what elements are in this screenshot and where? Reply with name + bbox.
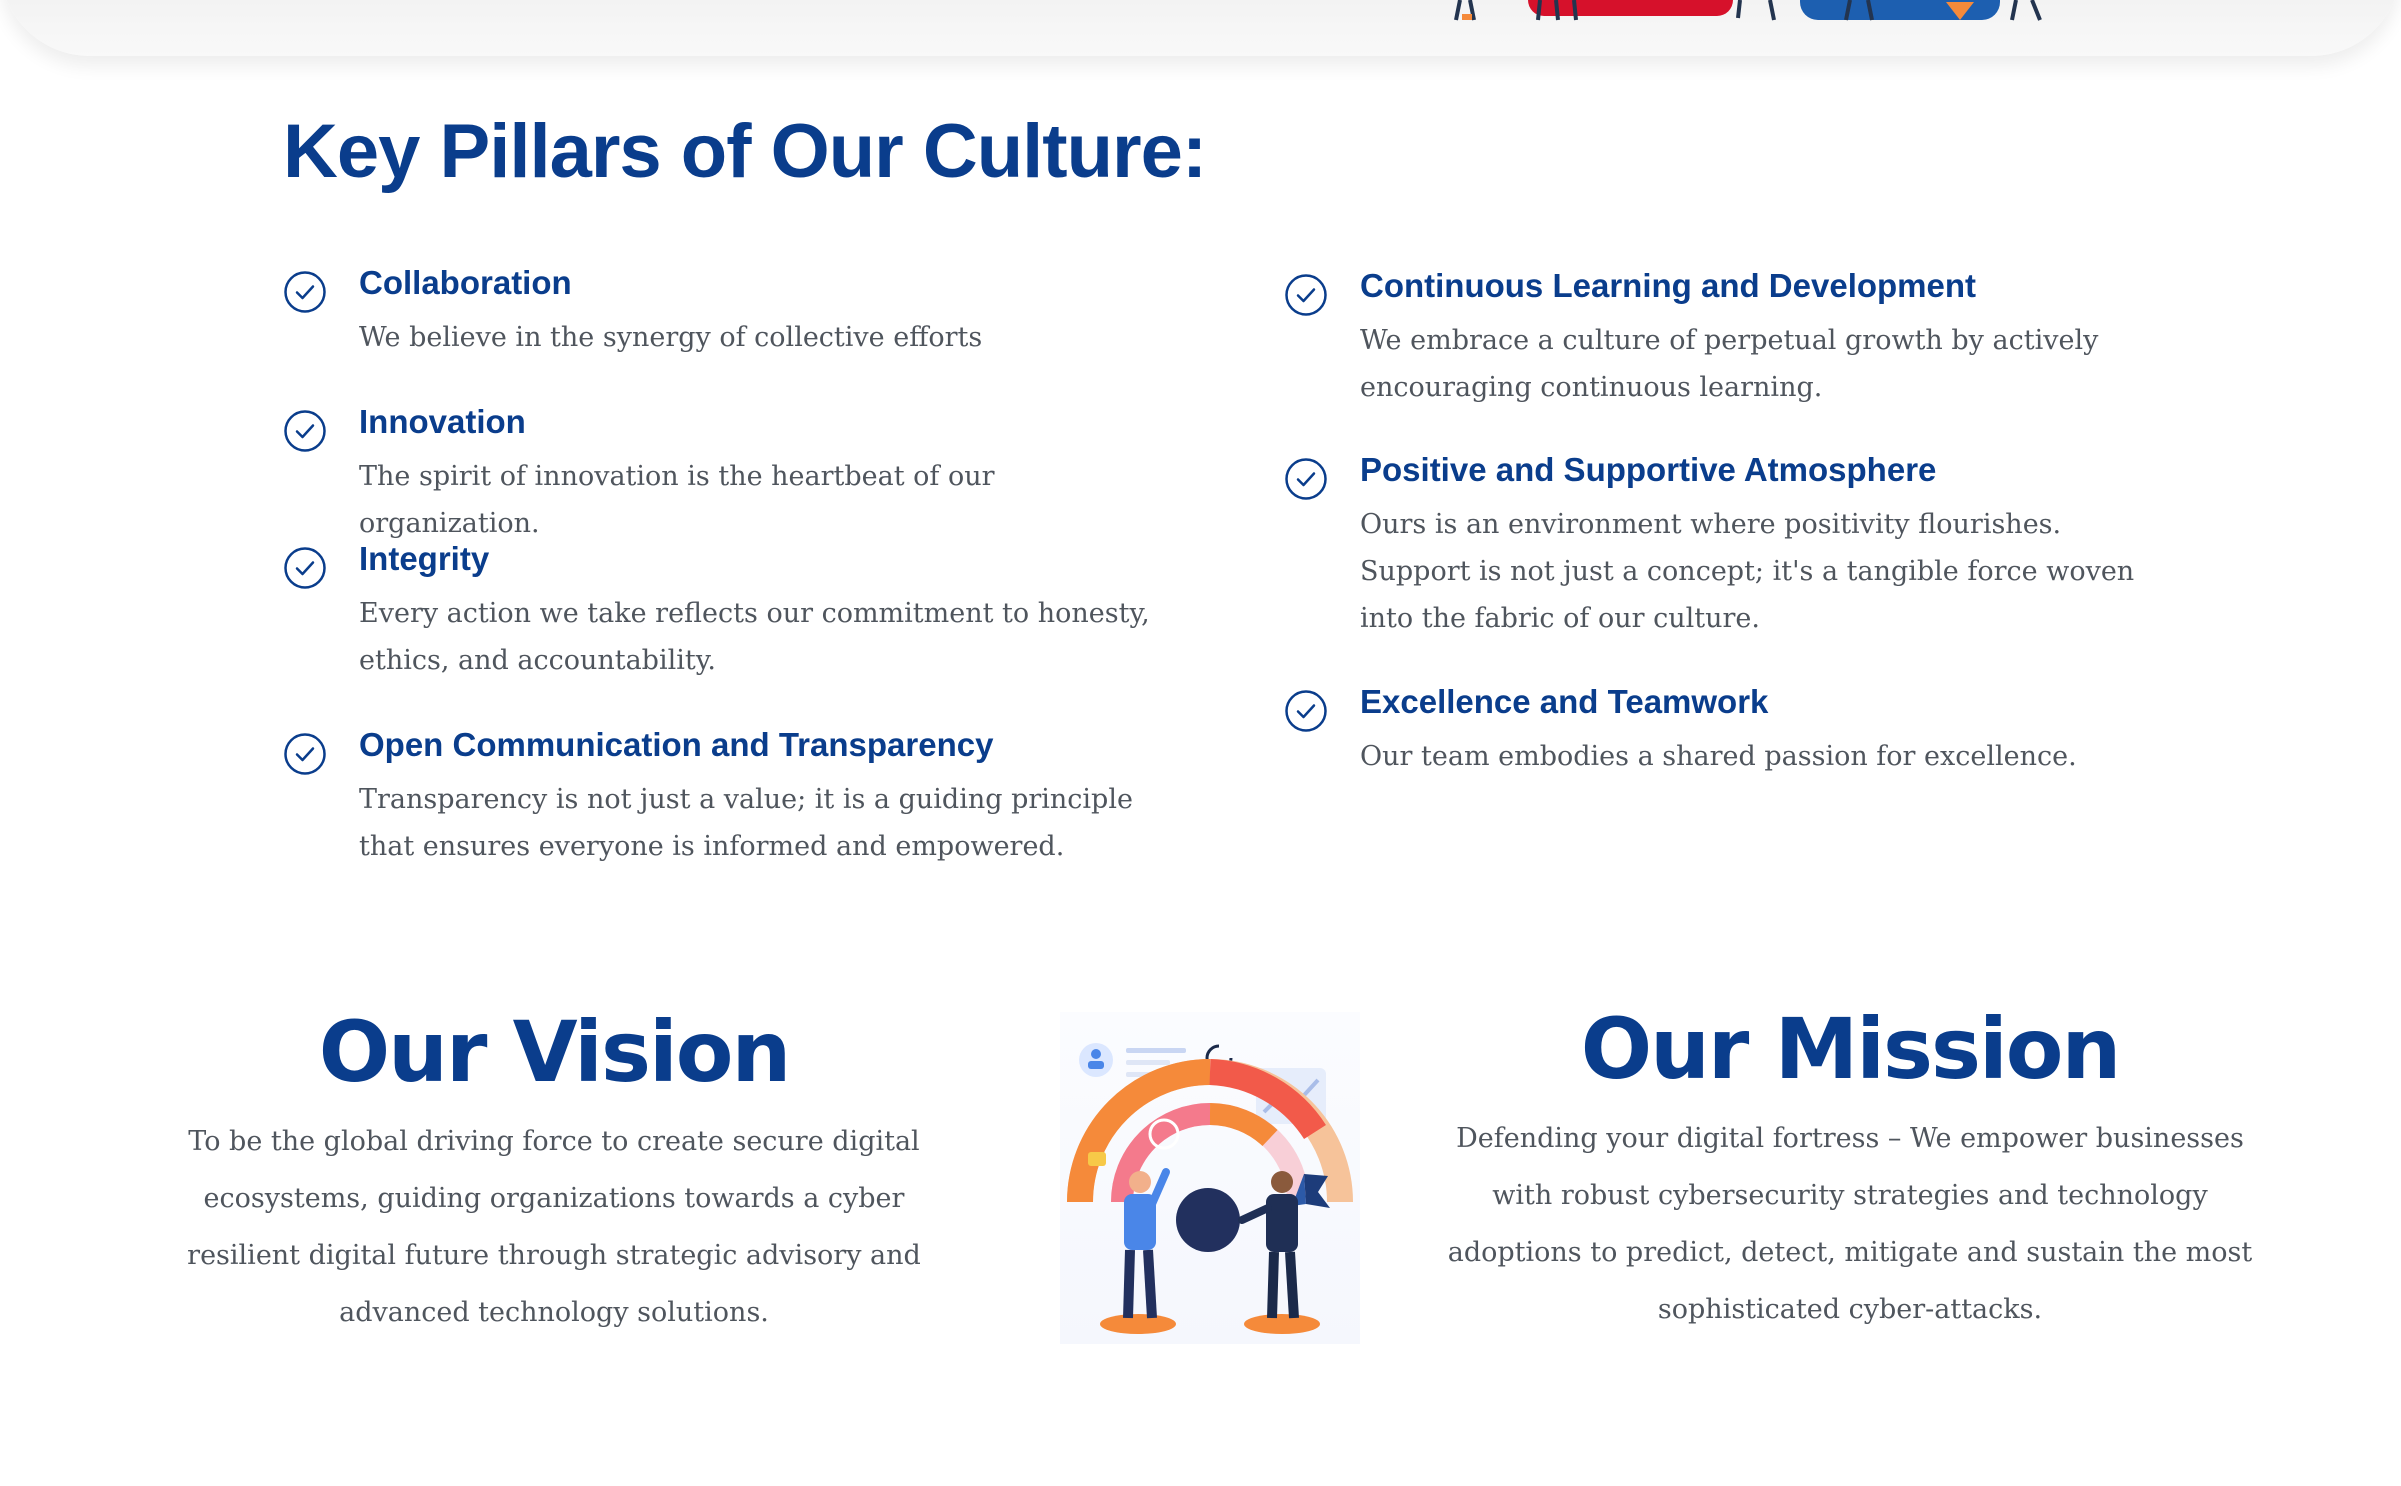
pillar-description: We believe in the synergy of collective …	[359, 322, 983, 353]
check-circle-icon	[1285, 274, 1327, 316]
pillar-title: Excellence and Teamwork	[1360, 683, 1769, 720]
check-circle-icon	[1285, 690, 1327, 732]
pillar-title: Collaboration	[359, 264, 572, 301]
pillar-description: Ours is an environment where positivity …	[1360, 509, 2135, 634]
vision-mission-illustration	[1060, 1012, 1360, 1344]
pillar-description: The spirit of innovation is the heartbea…	[359, 461, 995, 539]
pillar-description: Transparency is not just a value; it is …	[359, 784, 1133, 862]
check-circle-icon	[1285, 458, 1327, 500]
vision-title: Our Vision	[318, 1003, 792, 1101]
check-circle-icon	[284, 271, 326, 313]
mission-text: Defending your digital fortress – We emp…	[1447, 1123, 2253, 1325]
pillar-description: Every action we take reflects our commit…	[359, 598, 1150, 676]
pillar-description: Our team embodies a shared passion for e…	[1360, 741, 2077, 772]
pillar-title: Continuous Learning and Development	[1360, 267, 1977, 304]
vision-text: To be the global driving force to create…	[187, 1126, 921, 1328]
culture-title: Key Pillars of Our Culture:	[283, 109, 1207, 194]
check-circle-icon	[284, 733, 326, 775]
pillar-title: Open Communication and Transparency	[359, 726, 994, 763]
pillar-title: Innovation	[359, 403, 526, 440]
check-circle-icon	[284, 547, 326, 589]
check-circle-icon	[284, 410, 326, 452]
pillar-title: Positive and Supportive Atmosphere	[1360, 451, 1937, 488]
team-illustration-top	[1454, 0, 2042, 21]
pillar-title: Integrity	[359, 540, 490, 577]
mission-title: Our Mission	[1580, 1000, 2122, 1098]
pillar-description: We embrace a culture of perpetual growth…	[1360, 325, 2099, 403]
